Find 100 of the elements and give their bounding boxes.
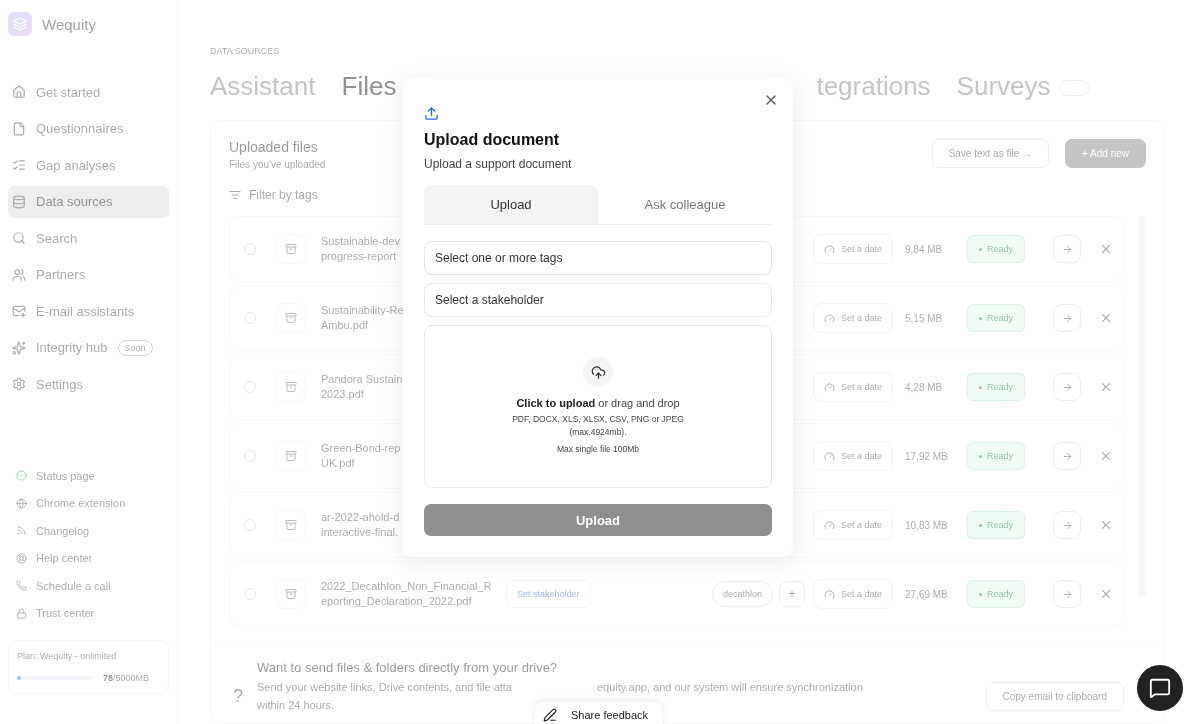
- nav-label: Data sources: [36, 194, 113, 210]
- nav-label: Integrity hub: [36, 340, 108, 356]
- sidebar-link[interactable]: Trust center: [16, 604, 169, 622]
- gauge-icon: [823, 243, 835, 255]
- home-icon: [12, 85, 26, 100]
- link-label: Trust center: [36, 607, 95, 620]
- copy-email-button[interactable]: Copy email to clipboard: [985, 682, 1124, 711]
- open-button[interactable]: [1053, 580, 1081, 608]
- rss-icon: [16, 525, 27, 537]
- chat-icon: [1149, 677, 1171, 699]
- nav-item[interactable]: Search: [8, 222, 169, 255]
- nav-item[interactable]: Partners: [8, 258, 169, 291]
- date-button[interactable]: Set a date: [812, 441, 893, 471]
- file-size: 4,28 MB: [905, 381, 944, 393]
- open-button[interactable]: [1053, 235, 1081, 263]
- arrow-right-icon: [1061, 381, 1073, 393]
- save-text-button[interactable]: Save text as file →: [931, 139, 1049, 168]
- sidebar-link[interactable]: Schedule a call: [16, 577, 169, 595]
- delete-icon[interactable]: [1099, 449, 1113, 463]
- settings-icon: [12, 377, 26, 392]
- open-button[interactable]: [1053, 511, 1081, 539]
- delete-icon[interactable]: [1099, 518, 1113, 532]
- nav-item[interactable]: Gap analyses: [8, 149, 169, 182]
- archive-icon: [285, 588, 297, 600]
- file-size: 27,69 MB: [905, 588, 949, 600]
- link-label: Chrome extension: [36, 497, 126, 510]
- date-button[interactable]: Set a date: [812, 579, 893, 609]
- nav-item[interactable]: Integrity hub Soon: [8, 331, 169, 364]
- gauge-icon: [823, 588, 835, 600]
- nav-label: Search: [36, 230, 78, 246]
- database-icon: [12, 194, 26, 209]
- drive-text: within 24 hours.: [257, 699, 336, 711]
- upload-icon: [424, 106, 439, 121]
- share-feedback-button[interactable]: Share feedback: [535, 702, 662, 724]
- pen-icon: [543, 708, 557, 722]
- nav-item[interactable]: E-mail assistants: [8, 295, 169, 328]
- page-tab[interactable]: tegrations: [816, 70, 931, 102]
- status-dot: [979, 592, 982, 596]
- delete-icon[interactable]: [1099, 380, 1113, 394]
- delete-icon[interactable]: [1099, 587, 1113, 601]
- page-tab[interactable]: Assistant: [210, 70, 316, 102]
- brand-name: Wequity: [42, 15, 96, 33]
- open-button[interactable]: [1053, 304, 1081, 332]
- tags-select[interactable]: Select one or more tags: [424, 241, 772, 275]
- dialog-subtitle: Upload a support document: [424, 157, 573, 171]
- status-label: Ready: [987, 244, 1013, 254]
- nav-item[interactable]: Questionnaires: [8, 112, 169, 145]
- document-icon: [12, 121, 26, 136]
- date-button[interactable]: Set a date: [812, 510, 893, 540]
- globe-icon: [16, 497, 27, 509]
- sidebar-link[interactable]: Status page: [16, 467, 169, 485]
- archive-icon: [285, 381, 297, 393]
- plan-label: Plan: Wequity - unlimited: [17, 651, 118, 661]
- file-size: 9,84 MB: [905, 243, 944, 255]
- nav-item[interactable]: Get started: [8, 76, 169, 109]
- open-button[interactable]: [1053, 442, 1081, 470]
- delete-icon[interactable]: [1099, 242, 1113, 256]
- lock-icon: [16, 607, 27, 619]
- dialog-tab[interactable]: Upload: [424, 185, 598, 224]
- sparkle-icon: [12, 340, 26, 355]
- gauge-icon: [823, 381, 835, 393]
- file-name: Pandora Sustain 2023.pdf: [321, 371, 403, 402]
- cloud-upload-icon: [583, 357, 613, 388]
- nav-label: E-mail assistants: [36, 303, 135, 319]
- stakeholder-select[interactable]: Select a stakeholder: [424, 283, 772, 317]
- arrow-right-icon: [1061, 243, 1073, 255]
- nav-label: Settings: [36, 376, 83, 392]
- nav-label: Get started: [36, 84, 101, 100]
- filter-icon: [229, 189, 241, 201]
- date-button[interactable]: Set a date: [812, 372, 893, 402]
- archive-icon: [285, 450, 297, 462]
- sidebar-link[interactable]: Chrome extension: [16, 494, 169, 512]
- nav-label: Partners: [36, 267, 86, 283]
- file-size: 10,83 MB: [905, 519, 949, 531]
- date-button[interactable]: Set a date: [812, 303, 893, 333]
- stakeholder-button[interactable]: Set stakeholder: [506, 580, 591, 608]
- sidebar-link[interactable]: Changelog: [16, 522, 169, 540]
- nav-label: Questionnaires: [36, 121, 124, 137]
- nav-item[interactable]: Data sources: [8, 185, 169, 218]
- archive-icon: [285, 312, 297, 324]
- status-dot: [979, 523, 982, 527]
- gauge-icon: [823, 519, 835, 531]
- drop-zone[interactable]: Click to upload or drag and drop PDF, DOCX, XLS, XLSX, CSV, PNG or JPEG (max.4924mb). Max single file 100Mb: [424, 325, 772, 488]
- arrow-right-icon: [1061, 312, 1073, 324]
- file-name: ar-2022-ahold-d interactive-final.: [321, 509, 400, 540]
- nav-item[interactable]: Settings: [8, 368, 169, 401]
- delete-icon[interactable]: [1099, 311, 1113, 325]
- drop-title: Click to upload or drag and drop: [516, 397, 680, 410]
- status-label: Ready: [987, 589, 1013, 599]
- format-hint: PDF, DOCX, XLS, XLSX, CSV, PNG or JPEG (max.4924mb).: [512, 413, 684, 439]
- sidebar-link[interactable]: Help center: [16, 549, 169, 567]
- open-button[interactable]: [1053, 373, 1081, 401]
- archive-icon: [285, 519, 297, 531]
- file-name: Sustainability-Re Ambu.pdf: [321, 302, 404, 333]
- status-dot: [979, 454, 982, 458]
- page-tab[interactable]: Files: [341, 70, 397, 102]
- date-button[interactable]: Set a date: [812, 234, 893, 264]
- add-tag-button[interactable]: +: [778, 581, 805, 607]
- page-tab[interactable]: Surveys: [956, 70, 1089, 102]
- check-circle-icon: [16, 470, 27, 482]
